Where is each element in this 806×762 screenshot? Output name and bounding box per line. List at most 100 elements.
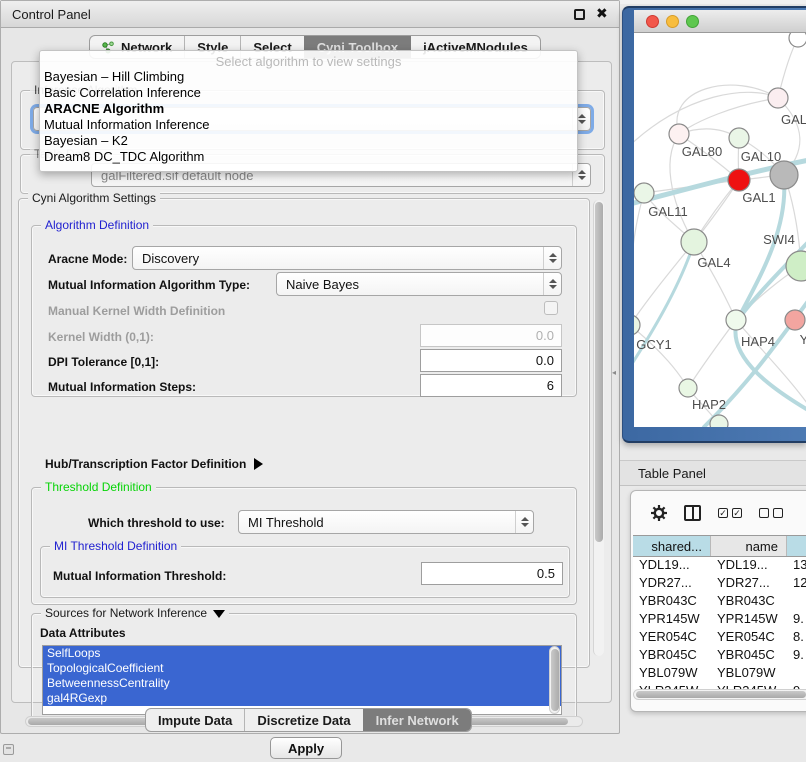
which-threshold-value: MI Threshold <box>248 515 324 530</box>
network-node-label: GAL11 <box>648 204 688 219</box>
table-cell: 9. <box>787 611 806 629</box>
gear-icon[interactable] <box>651 505 667 521</box>
network-node-gal[interactable] <box>768 88 788 108</box>
table-cell: YDR27... <box>711 575 787 593</box>
table-cell: YPR145W <box>711 611 787 629</box>
tab-label: Infer Network <box>376 713 459 728</box>
algorithm-definition-title: Algorithm Definition <box>41 218 153 232</box>
network-node-hap4[interactable] <box>726 310 746 330</box>
threshold-definition-group: Threshold Definition Which threshold to … <box>31 487 577 605</box>
dpi-tolerance-field[interactable]: 0.0 <box>420 349 562 372</box>
algorithm-dropdown-placeholder: Select algorithm to view settings <box>40 51 577 69</box>
network-node-label: GAL1 <box>742 190 775 205</box>
network-edge <box>634 92 778 151</box>
data-attributes-label: Data Attributes <box>40 626 126 640</box>
table-body: YDL19...YDL19...13YDR27...YDR27...12YBR0… <box>633 557 806 689</box>
settings-vertical-scrollbar[interactable] <box>593 200 604 656</box>
network-node-gal11[interactable] <box>634 183 654 203</box>
tab-discretize-data[interactable]: Discretize Data <box>244 709 362 731</box>
table-cell: YBR043C <box>711 593 787 611</box>
network-node-gal4[interactable] <box>681 229 707 255</box>
data-attribute-item[interactable]: gal4RGexp <box>43 691 561 706</box>
mi-threshold-field[interactable]: 0.5 <box>421 562 563 585</box>
which-threshold-label: Which threshold to use: <box>88 516 225 530</box>
table-panel-titlebar: Table Panel <box>620 460 806 486</box>
dpi-tolerance-value: 0.0 <box>536 353 554 368</box>
table-row[interactable]: YBR043CYBR043C <box>633 593 806 611</box>
mi-steps-label: Mutual Information Steps: <box>48 380 196 394</box>
close-panel-icon[interactable]: ✖ <box>596 5 608 22</box>
mi-threshold-label: Mutual Information Threshold: <box>53 569 226 583</box>
table-row[interactable]: YER054CYER054C8. <box>633 629 806 647</box>
restore-panel-icon[interactable] <box>3 744 14 755</box>
network-node-label: GAL4 <box>697 255 730 270</box>
hub-definition-toggle[interactable]: Hub/Transcription Factor Definition <box>45 457 263 471</box>
data-attribute-item[interactable]: BetweennessCentrality <box>43 676 561 691</box>
network-node[interactable] <box>770 161 798 189</box>
bottom-tabbar: Impute DataDiscretize Data Infer Network <box>145 708 472 732</box>
cyni-algorithm-settings-title: Cyni Algorithm Settings <box>28 191 160 205</box>
mi-algorithm-type-combobox[interactable]: Naive Bayes <box>276 272 562 296</box>
network-node-label: HAP2 <box>692 397 726 412</box>
window-minimize-button[interactable] <box>666 15 679 28</box>
network-node-gal1[interactable] <box>728 169 750 191</box>
select-all-icon[interactable]: ✓✓ <box>718 508 742 518</box>
mi-steps-field[interactable]: 6 <box>420 374 562 397</box>
tab-infer-network[interactable]: Infer Network <box>363 709 471 731</box>
network-canvas[interactable]: GALGAL80GAL10GAL1GAL11GAL4SWI4GCY1HAP4YH… <box>634 33 806 427</box>
network-node-label: SWI4 <box>763 232 795 247</box>
panel-splitter-handle[interactable]: ◂ <box>612 369 618 376</box>
table-cell: YER054C <box>633 629 711 647</box>
network-node-label: GAL10 <box>741 149 781 164</box>
window-close-button[interactable] <box>646 15 659 28</box>
table-row[interactable]: YDL19...YDL19...13 <box>633 557 806 575</box>
table-horizontal-scrollbar[interactable] <box>633 689 806 700</box>
network-window-titlebar <box>634 10 806 33</box>
float-panel-icon[interactable] <box>574 9 585 20</box>
spinner-icon <box>515 511 533 533</box>
window-zoom-button[interactable] <box>686 15 699 28</box>
column-header-shared[interactable]: shared... <box>633 536 711 556</box>
tab-impute-data[interactable]: Impute Data <box>146 709 244 731</box>
table-panel-window: ✓✓ ✓✓ shared... name YDL19...YDL19...13Y… <box>630 490 806 712</box>
algorithm-option[interactable]: Bayesian – K2 <box>40 133 577 149</box>
algorithm-option[interactable]: Basic Correlation Inference <box>40 85 577 101</box>
network-node-gal10[interactable] <box>729 128 749 148</box>
data-attribute-item[interactable]: TopologicalCoefficient <box>43 661 561 676</box>
which-threshold-combobox[interactable]: MI Threshold <box>238 510 534 534</box>
kernel-width-label: Kernel Width (0,1): <box>48 330 154 344</box>
table-row[interactable]: YDR27...YDR27...12 <box>633 575 806 593</box>
network-node-swi4[interactable] <box>786 251 806 281</box>
control-panel-window: Control Panel ✖ NetworkStyleSelectCyni T… <box>0 0 620 734</box>
aracne-mode-combobox[interactable]: Discovery <box>132 246 562 270</box>
manual-kernel-width-checkbox[interactable] <box>544 301 558 315</box>
network-node-label: HAP4 <box>741 334 775 349</box>
algorithm-option[interactable]: ARACNE Algorithm <box>40 101 577 117</box>
table-cell: YBL079W <box>711 665 787 683</box>
column-header-name[interactable]: name <box>711 536 787 556</box>
control-panel-titlebar: Control Panel <box>1 1 619 28</box>
apply-button[interactable]: Apply <box>270 737 342 759</box>
table-row[interactable]: YPR145WYPR145W9. <box>633 611 806 629</box>
column-header-clipped[interactable] <box>787 536 806 556</box>
algorithm-option[interactable]: Mutual Information Inference <box>40 117 577 133</box>
data-attribute-item[interactable]: SelfLoops <box>43 646 561 661</box>
network-node[interactable] <box>789 33 806 47</box>
network-edge <box>677 85 778 134</box>
split-columns-icon[interactable] <box>684 505 701 521</box>
algorithm-option[interactable]: Dream8 DC_TDC Algorithm <box>40 149 577 165</box>
network-node-gal80[interactable] <box>669 124 689 144</box>
table-row[interactable]: YBR045CYBR045C9. <box>633 647 806 665</box>
table-cell: YDR27... <box>633 575 711 593</box>
table-cell: YBR045C <box>711 647 787 665</box>
attributes-vertical-scrollbar[interactable] <box>549 646 560 714</box>
sources-group-title[interactable]: Sources for Network Inference <box>41 606 229 620</box>
network-node-y[interactable] <box>785 310 805 330</box>
deselect-all-icon[interactable]: ✓✓ <box>759 508 783 518</box>
network-node[interactable] <box>710 415 728 427</box>
table-cell: 8. <box>787 629 806 647</box>
table-row[interactable]: YBL079WYBL079W <box>633 665 806 683</box>
network-node-hap2[interactable] <box>679 379 697 397</box>
algorithm-option[interactable]: Bayesian – Hill Climbing <box>40 69 577 85</box>
kernel-width-field[interactable]: 0.0 <box>420 324 562 347</box>
